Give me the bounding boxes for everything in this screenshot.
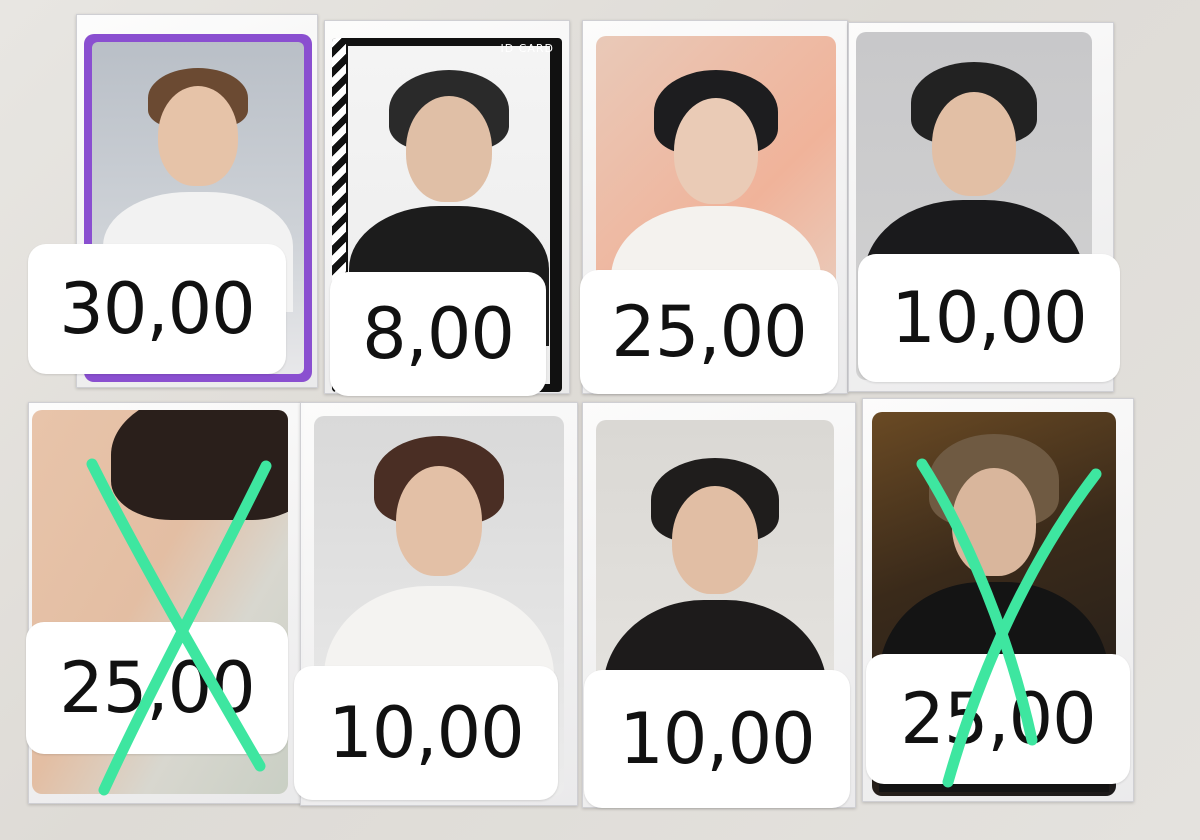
price-tag-5: 25,00 — [26, 622, 288, 754]
table-surface: ID CARD 30,00 8,00 25,00 10,00 25,00 10,… — [0, 0, 1200, 840]
price-label-4: 10,00 — [891, 277, 1087, 359]
id-card-label: ID CARD — [500, 42, 554, 55]
price-label-7: 10,00 — [619, 698, 815, 780]
price-label-1: 30,00 — [59, 268, 255, 350]
price-tag-4: 10,00 — [858, 254, 1120, 382]
price-label-2: 8,00 — [362, 293, 515, 375]
price-tag-3: 25,00 — [580, 270, 838, 394]
price-tag-7: 10,00 — [584, 670, 850, 808]
price-label-8: 25,00 — [900, 678, 1096, 760]
price-label-5: 25,00 — [59, 647, 255, 729]
price-label-6: 10,00 — [328, 692, 524, 774]
price-tag-6: 10,00 — [294, 666, 558, 800]
price-tag-8: 25,00 — [866, 654, 1130, 784]
price-label-3: 25,00 — [611, 291, 807, 373]
price-tag-1: 30,00 — [28, 244, 286, 374]
price-tag-2: 8,00 — [330, 272, 546, 396]
